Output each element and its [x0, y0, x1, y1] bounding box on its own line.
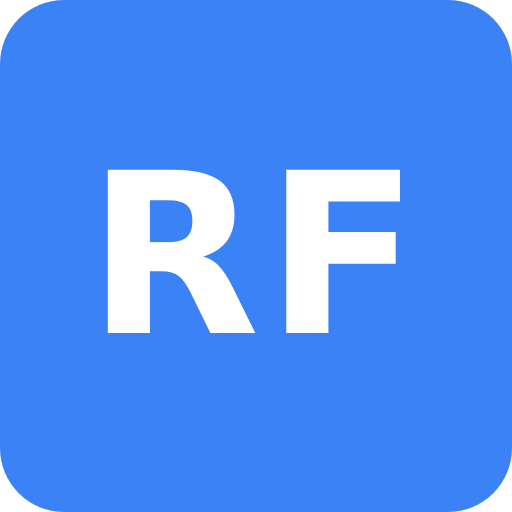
- app-icon-initials: RF: [87, 125, 425, 386]
- app-icon: RF: [0, 0, 512, 512]
